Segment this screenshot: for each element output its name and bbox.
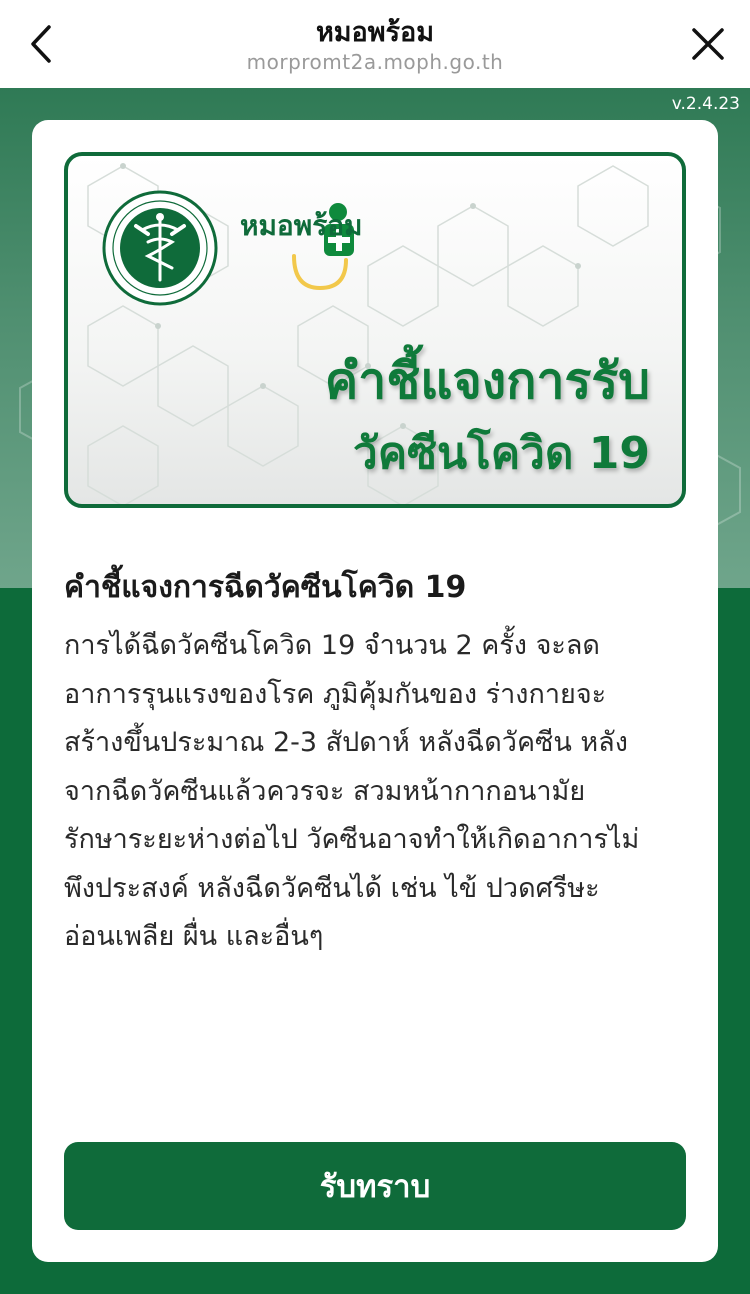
version-label: v.2.4.23 <box>671 94 740 114</box>
brand-logo-text: หมอพร้อม <box>240 209 363 242</box>
vaccine-banner: หมอพร้อม คำชี้แจงการรับ วัคซีนโควิด 19 <box>64 152 686 508</box>
body-line: พึงประสงค์ หลังฉีดวัคซีนได้ เช่น ไข้ ปวด… <box>64 872 600 904</box>
close-icon <box>692 28 724 60</box>
modal-body-text: การได้ฉีดวัคซีนโควิด 19 จำนวน 2 ครั้ง จะ… <box>64 622 690 962</box>
body-line: จากฉีดวัคซีนแล้วควรจะ สวมหน้ากากอนามัย <box>64 775 586 807</box>
close-button[interactable] <box>680 14 736 74</box>
banner-title-line1: คำชี้แจงการรับ <box>324 352 650 410</box>
banner-title-line2: วัคซีนโควิด 19 <box>353 428 650 479</box>
page-url: morpromt2a.moph.go.th <box>246 50 504 74</box>
body-line: อ่อนเพลีย ผื่น และอื่นๆ <box>64 921 324 952</box>
page-title: หมอพร้อม <box>315 17 435 48</box>
body-line: รักษาระยะห่างต่อไป วัคซีนอาจทำให้เกิดอาก… <box>64 824 640 855</box>
acknowledge-button[interactable]: รับทราบ <box>64 1142 686 1230</box>
top-navigation-bar: หมอพร้อม morpromt2a.moph.go.th <box>0 0 750 88</box>
moph-logo <box>102 190 218 306</box>
modal-heading: คำชี้แจงการฉีดวัคซีนโควิด 19 <box>64 570 467 605</box>
body-line: สร้างขึ้นประมาณ 2-3 สัปดาห์ หลังฉีดวัคซี… <box>64 727 628 758</box>
body-line: การได้ฉีดวัคซีนโควิด 19 จำนวน 2 ครั้ง จะ… <box>64 630 600 661</box>
vaccine-info-modal: หมอพร้อม คำชี้แจงการรับ วัคซีนโควิด 19 ค… <box>32 120 718 1262</box>
body-line: อาการรุนแรงของโรค ภูมิคุ้มกันของ ร่างกาย… <box>64 678 607 710</box>
